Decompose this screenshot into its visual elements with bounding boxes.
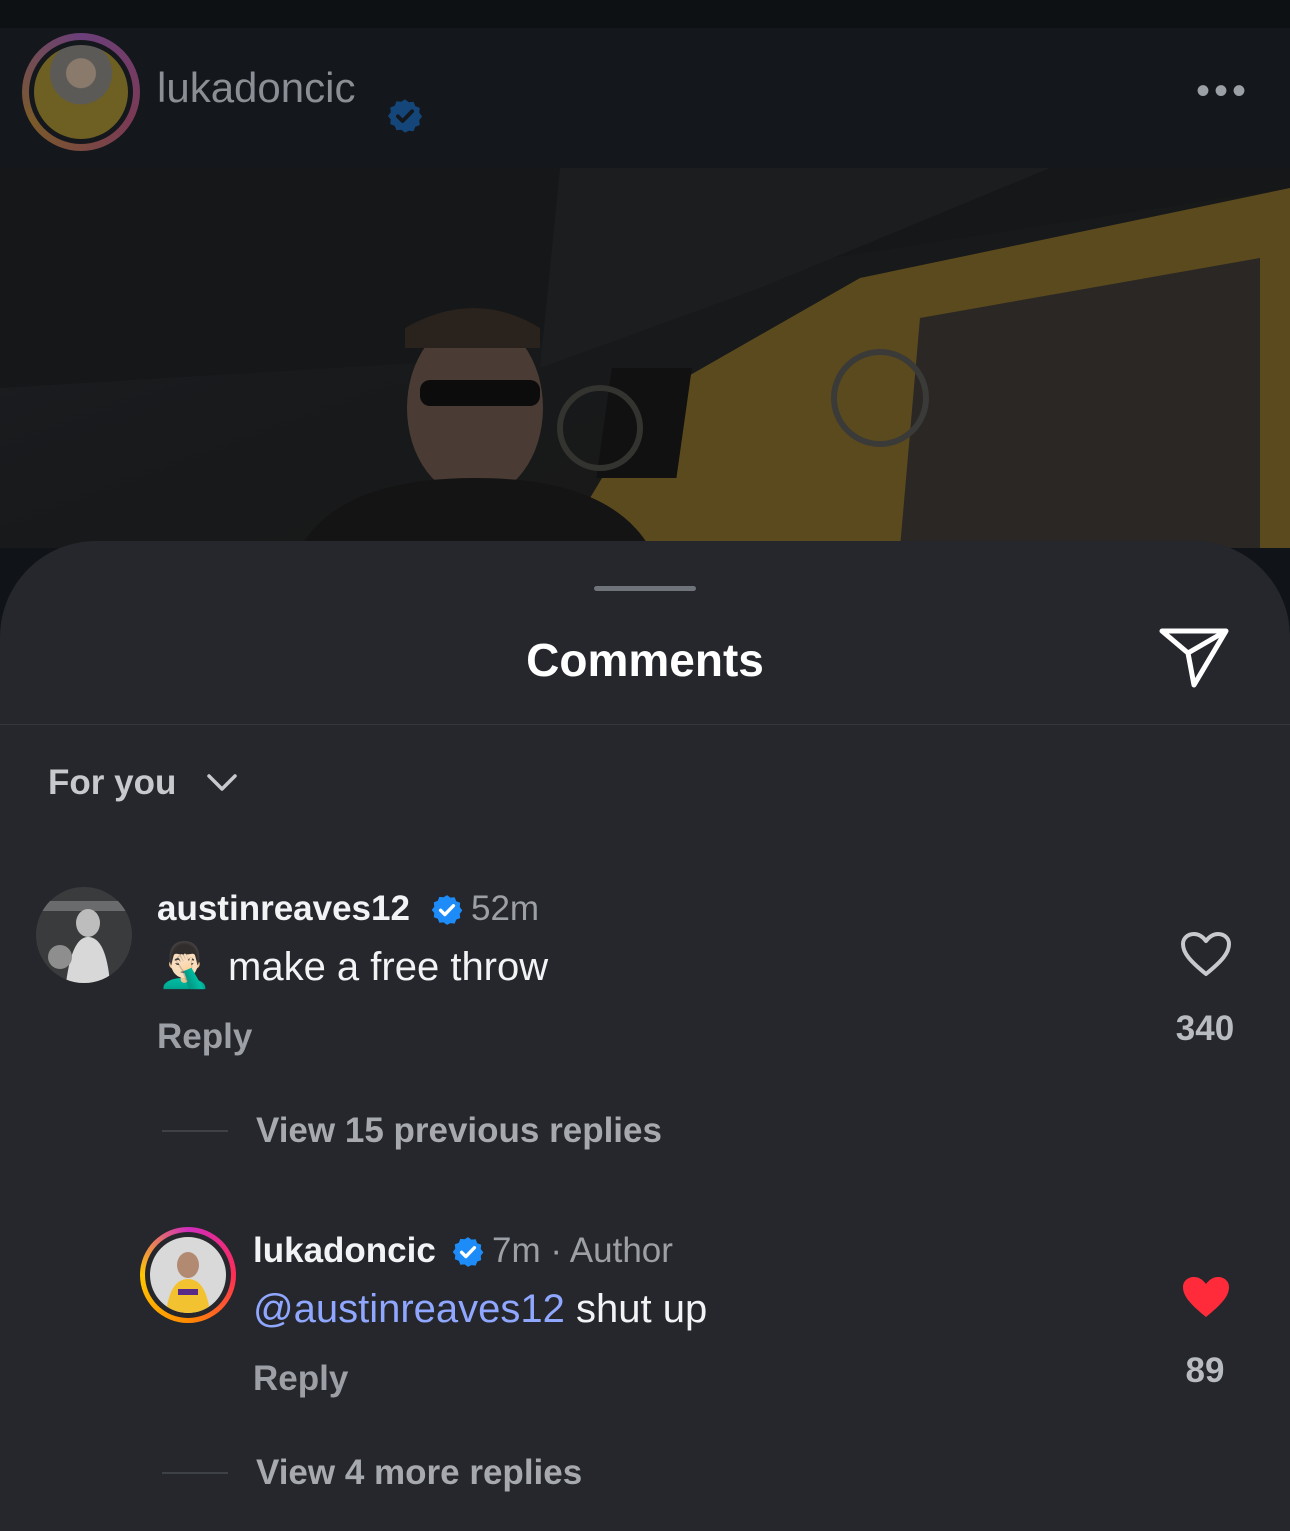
sheet-drag-handle[interactable] bbox=[594, 586, 696, 591]
comment-time: 52m bbox=[471, 889, 540, 928]
comment-username[interactable]: austinreaves12 bbox=[157, 889, 410, 929]
replies-line bbox=[162, 1130, 228, 1132]
chevron-down-icon[interactable] bbox=[206, 773, 238, 793]
like-count: 340 bbox=[1175, 1009, 1235, 1048]
reply-body: shut up bbox=[564, 1287, 708, 1331]
replies-line bbox=[162, 1472, 228, 1474]
sort-dropdown-label[interactable]: For you bbox=[48, 763, 176, 803]
more-icon[interactable]: ••• bbox=[1196, 71, 1252, 111]
sheet-divider bbox=[0, 724, 1290, 725]
reply-username[interactable]: lukadoncic bbox=[253, 1231, 436, 1271]
sheet-title: Comments bbox=[526, 634, 764, 686]
post-photo bbox=[0, 168, 1290, 548]
share-send-icon[interactable] bbox=[1158, 627, 1230, 689]
comment-text: make a free throw bbox=[228, 945, 549, 989]
like-count: 89 bbox=[1185, 1351, 1225, 1390]
mention-link[interactable]: @austinreaves12 bbox=[253, 1287, 565, 1331]
view-more-replies-button[interactable]: View 4 more replies bbox=[256, 1453, 582, 1493]
reply-button[interactable]: Reply bbox=[157, 1017, 252, 1057]
post-author-username[interactable]: lukadoncic bbox=[157, 64, 355, 112]
reply-text: @austinreaves12 shut up bbox=[253, 1287, 707, 1332]
reply-time: 7m · Author bbox=[492, 1231, 673, 1270]
reply-button[interactable]: Reply bbox=[253, 1359, 348, 1399]
view-previous-replies-button[interactable]: View 15 previous replies bbox=[256, 1111, 662, 1151]
avatar[interactable] bbox=[36, 887, 132, 983]
post-author-avatar[interactable] bbox=[22, 33, 140, 151]
facepalm-emoji: 🤦🏻‍♂️ bbox=[157, 941, 212, 990]
comments-sheet: Comments For you austinreaves12 52m 🤦🏻‍♂… bbox=[0, 541, 1290, 1531]
post-header: lukadoncic ••• bbox=[0, 0, 1290, 168]
avatar[interactable] bbox=[140, 1227, 236, 1323]
